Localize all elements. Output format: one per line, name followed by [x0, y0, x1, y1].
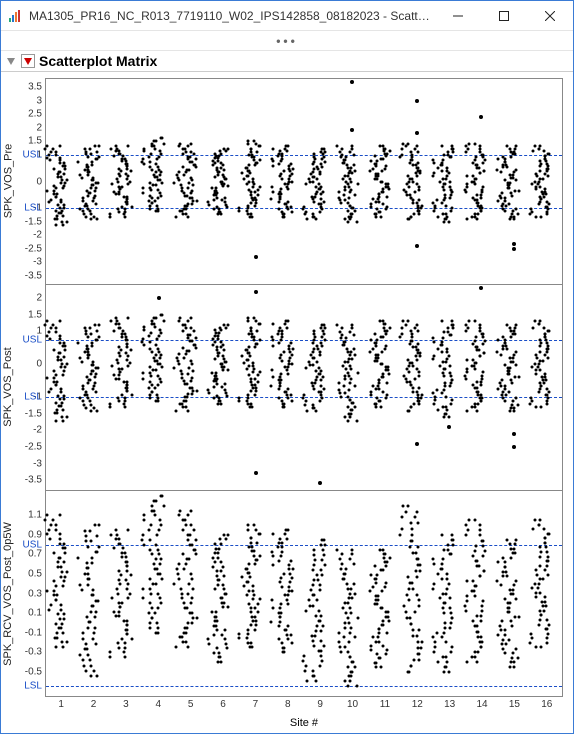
y-tick: 0.1 — [28, 608, 42, 619]
lsl-label: LSL — [24, 203, 42, 214]
scatterplot-matrix[interactable]: -3.5-3-2.5-2-1.5-1011.522.533.5USLLSL-3.… — [45, 78, 563, 697]
x-tick: 9 — [317, 699, 323, 710]
y-tick: -1.5 — [25, 216, 42, 227]
x-tick: 3 — [123, 699, 129, 710]
y-tick: -3 — [33, 458, 42, 469]
lsl-label: LSL — [24, 681, 42, 692]
toolbar-overflow[interactable]: ••• — [1, 31, 573, 51]
y-tick: 1.5 — [28, 136, 42, 147]
usl-label: USL — [23, 334, 42, 345]
y-tick: -3.5 — [25, 270, 42, 281]
subplot-2[interactable]: -0.5-0.3-0.10.10.30.50.70.91.1USLLSL — [46, 491, 562, 696]
titlebar: MA1305_PR16_NC_R013_7719110_W02_IPS14285… — [1, 1, 573, 31]
x-tick: 15 — [509, 699, 520, 710]
x-axis-ticks: 12345678910111213141516 — [45, 699, 563, 713]
y-tick: -0.5 — [25, 666, 42, 677]
x-tick: 6 — [220, 699, 226, 710]
y-tick: 2.5 — [28, 109, 42, 120]
y-axis-label: SPK_VOS_Pre — [1, 78, 15, 284]
disclosure-triangle-icon[interactable] — [5, 55, 17, 67]
chart-area: -3.5-3-2.5-2-1.5-1011.522.533.5USLLSL-3.… — [1, 72, 573, 733]
red-triangle-icon — [24, 58, 32, 65]
lsl-line — [46, 686, 562, 687]
y-tick: 2 — [36, 293, 42, 304]
x-tick: 5 — [188, 699, 194, 710]
y-tick: -2.5 — [25, 442, 42, 453]
x-tick: 11 — [380, 699, 390, 710]
y-tick: 1.1 — [28, 510, 42, 521]
y-tick: 1.5 — [28, 309, 42, 320]
x-tick: 10 — [347, 699, 358, 710]
lsl-label: LSL — [24, 392, 42, 403]
x-tick: 4 — [156, 699, 162, 710]
panel-header: Scatterplot Matrix — [1, 51, 573, 72]
y-axis-label: SPK_VOS_Post — [1, 284, 15, 490]
y-tick: -3.5 — [25, 475, 42, 486]
y-tick: 0.7 — [28, 549, 42, 560]
usl-label: USL — [23, 539, 42, 550]
x-tick: 7 — [253, 699, 259, 710]
y-tick: -2 — [33, 425, 42, 436]
x-tick: 1 — [58, 699, 64, 710]
red-triangle-menu[interactable] — [21, 54, 35, 68]
minimize-button[interactable] — [435, 1, 481, 31]
close-button[interactable] — [527, 1, 573, 31]
x-tick: 16 — [541, 699, 552, 710]
maximize-button[interactable] — [481, 1, 527, 31]
y-tick: -0.1 — [25, 627, 42, 638]
x-tick: 13 — [444, 699, 455, 710]
usl-label: USL — [23, 149, 42, 160]
x-axis-label: Site # — [45, 717, 563, 729]
y-tick: 0.5 — [28, 568, 42, 579]
usl-line — [46, 545, 562, 546]
app-icon — [7, 8, 23, 24]
y-axis-label: SPK_RCV_VOS_Post_0p5W — [1, 491, 15, 697]
y-tick: -3 — [33, 257, 42, 268]
window-title: MA1305_PR16_NC_R013_7719110_W02_IPS14285… — [29, 9, 435, 23]
panel-title: Scatterplot Matrix — [39, 53, 157, 69]
x-tick: 12 — [412, 699, 423, 710]
x-tick: 8 — [285, 699, 291, 710]
y-tick: -1.5 — [25, 408, 42, 419]
y-tick: -0.3 — [25, 647, 42, 658]
x-tick: 14 — [477, 699, 488, 710]
subplot-1[interactable]: -3.5-3-2.5-2-1.5-1011.52USLLSL — [46, 285, 562, 491]
subplot-0[interactable]: -3.5-3-2.5-2-1.5-1011.522.533.5USLLSL — [46, 79, 562, 285]
y-tick: 2 — [36, 122, 42, 133]
y-tick: -2.5 — [25, 243, 42, 254]
y-tick: 3 — [36, 95, 42, 106]
y-tick: 0.3 — [28, 588, 42, 599]
y-tick: -2 — [33, 230, 42, 241]
y-tick: 0 — [36, 359, 42, 370]
y-tick: 3.5 — [28, 82, 42, 93]
x-tick: 2 — [91, 699, 97, 710]
y-tick: 0 — [36, 176, 42, 187]
